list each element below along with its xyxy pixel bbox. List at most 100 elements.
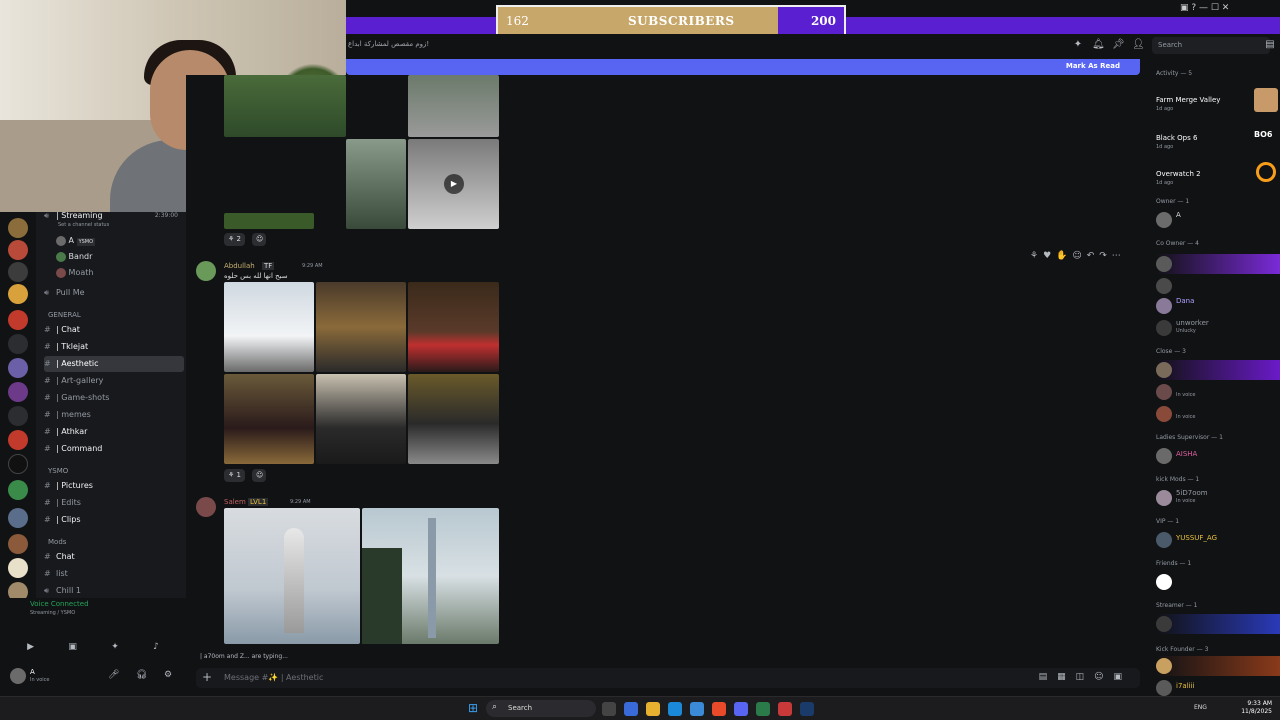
app-icon[interactable] — [624, 702, 638, 716]
inbox-icon[interactable]: ▤ — [1264, 39, 1276, 51]
activity-icon[interactable]: ✦ — [111, 642, 119, 656]
member-row[interactable]: In voice — [1156, 404, 1280, 424]
mark-as-read-button[interactable]: Mark As Read — [1066, 62, 1120, 70]
member-row[interactable] — [1156, 276, 1280, 296]
file-explorer-icon[interactable] — [646, 702, 660, 716]
windows-start-icon[interactable]: ⊞ — [468, 701, 478, 715]
server-icon[interactable] — [8, 310, 28, 330]
member-row[interactable]: 5iD7oom In voice — [1156, 488, 1280, 508]
message-author[interactable]: Salem — [224, 498, 246, 506]
message-image[interactable] — [408, 282, 499, 372]
message-composer[interactable]: + Message #✨ | Aesthetic ▤▦◫☺▣ — [196, 668, 1140, 688]
message-image[interactable] — [224, 508, 360, 644]
avatar[interactable] — [196, 497, 216, 517]
activity-card[interactable]: Overwatch 2 1d ago — [1156, 162, 1280, 186]
add-reaction-icon[interactable]: ☺ — [252, 469, 266, 482]
plus-icon[interactable]: + — [202, 670, 212, 684]
gear-icon[interactable]: ⚙ — [164, 670, 172, 680]
message-image[interactable] — [224, 374, 314, 464]
activity-card[interactable]: Black Ops 6 1d ago BO6 — [1156, 126, 1280, 150]
pin-icon[interactable]: 📌︎ — [1112, 39, 1125, 51]
channel-pull-me[interactable]: 🔊︎ Pull Me — [44, 285, 184, 301]
server-icon[interactable] — [8, 358, 28, 378]
server-icon[interactable] — [8, 218, 28, 238]
voice-detail[interactable]: Streaming / YSMO — [30, 610, 75, 616]
channel-mods-chat[interactable]: # Chat — [44, 549, 184, 565]
app-icon[interactable] — [756, 702, 770, 716]
task-view-icon[interactable] — [602, 702, 616, 716]
category-ysmo[interactable]: YSMO — [48, 467, 68, 475]
clock[interactable]: 9:33 AM 11/8/2025 — [1241, 700, 1272, 716]
message-author[interactable]: Abdullah — [224, 262, 255, 270]
new-messages-bar[interactable]: Mark As Read — [346, 59, 1140, 75]
member-row[interactable]: unworker Unlucky — [1156, 318, 1280, 338]
store-icon[interactable] — [690, 702, 704, 716]
message-actions-toolbar[interactable]: ⚘♥✋☺↶↷⋯ — [1030, 251, 1126, 261]
member-row[interactable] — [1156, 656, 1280, 676]
server-icon[interactable] — [8, 382, 28, 402]
channel-athkar[interactable]: # | Athkar — [44, 424, 184, 440]
search-input[interactable]: Search — [1152, 37, 1270, 54]
category-general[interactable]: GENERAL — [48, 311, 81, 319]
server-icon[interactable] — [8, 430, 28, 450]
server-icon[interactable] — [8, 284, 28, 304]
edge-icon[interactable] — [668, 702, 682, 716]
message-video[interactable]: ▶ — [408, 139, 499, 229]
channel-list[interactable]: # list — [44, 566, 184, 582]
taskbar-search[interactable]: Search — [486, 700, 596, 717]
avatar[interactable] — [196, 261, 216, 281]
category-mods[interactable]: Mods — [48, 538, 66, 546]
channel-game-shots[interactable]: # | Game-shots — [44, 390, 184, 406]
channel-aesthetic[interactable]: # | Aesthetic — [44, 356, 184, 372]
message-image[interactable] — [408, 75, 499, 137]
message-image[interactable] — [316, 374, 406, 464]
member-row[interactable]: YUSSUF_AG — [1156, 530, 1280, 550]
channel-tklejat[interactable]: # | Tklejat — [44, 339, 184, 355]
add-reaction-icon[interactable]: ☺ — [252, 233, 266, 246]
headphones-icon[interactable]: 🎧︎ — [136, 670, 147, 680]
channel-memes[interactable]: # | memes — [44, 407, 184, 423]
channel-status-prompt[interactable]: Set a channel status — [58, 222, 109, 228]
app-icon[interactable] — [778, 702, 792, 716]
channel-chill[interactable]: 🔊︎ Chill 1 — [44, 583, 184, 599]
member-row[interactable]: Dana — [1156, 296, 1280, 316]
voice-member[interactable]: Moath — [56, 265, 196, 281]
discord-icon[interactable] — [734, 702, 748, 716]
language-indicator[interactable]: ENG — [1194, 704, 1207, 711]
server-icon[interactable] — [8, 262, 28, 282]
avatar[interactable] — [10, 668, 26, 684]
channel-art-gallery[interactable]: # | Art-gallery — [44, 373, 184, 389]
channel-command[interactable]: # | Command — [44, 441, 184, 457]
member-row[interactable]: AISHA — [1156, 446, 1280, 466]
member-row[interactable] — [1156, 614, 1280, 634]
message-image[interactable] — [316, 282, 406, 372]
channel-chat[interactable]: # | Chat — [44, 322, 184, 338]
member-row[interactable] — [1156, 572, 1280, 592]
message-input[interactable]: Message #✨ | Aesthetic — [224, 673, 323, 682]
channel-clips[interactable]: # | Clips — [44, 512, 184, 528]
steam-icon[interactable] — [800, 702, 814, 716]
reaction-pill[interactable]: ⚘ 1 — [224, 469, 245, 482]
member-row[interactable] — [1156, 360, 1280, 380]
soundboard-icon[interactable]: ♪ — [153, 642, 159, 656]
server-icon[interactable] — [8, 508, 28, 528]
message-image[interactable] — [224, 213, 314, 229]
composer-tools[interactable]: ▤▦◫☺▣ — [1039, 672, 1132, 682]
channel-edits[interactable]: # | Edits — [44, 495, 184, 511]
message-image[interactable] — [346, 139, 406, 229]
play-icon[interactable]: ▶ — [444, 174, 464, 194]
server-icon[interactable] — [8, 240, 28, 260]
microphone-icon[interactable]: 🎤︎ — [108, 670, 119, 680]
server-icon[interactable] — [8, 454, 28, 474]
message-image[interactable] — [408, 374, 499, 464]
threads-icon[interactable]: ✦ — [1072, 39, 1084, 51]
server-icon[interactable] — [8, 334, 28, 354]
reaction-pill[interactable]: ⚘ 2 — [224, 233, 245, 246]
server-icon[interactable] — [8, 534, 28, 554]
brave-icon[interactable] — [712, 702, 726, 716]
server-icon[interactable] — [8, 480, 28, 500]
server-icon[interactable] — [8, 406, 28, 426]
screen-share-icon[interactable]: ▣ — [68, 642, 77, 656]
message-image[interactable] — [224, 282, 314, 372]
activity-card[interactable]: Farm Merge Valley 1d ago — [1156, 88, 1280, 112]
